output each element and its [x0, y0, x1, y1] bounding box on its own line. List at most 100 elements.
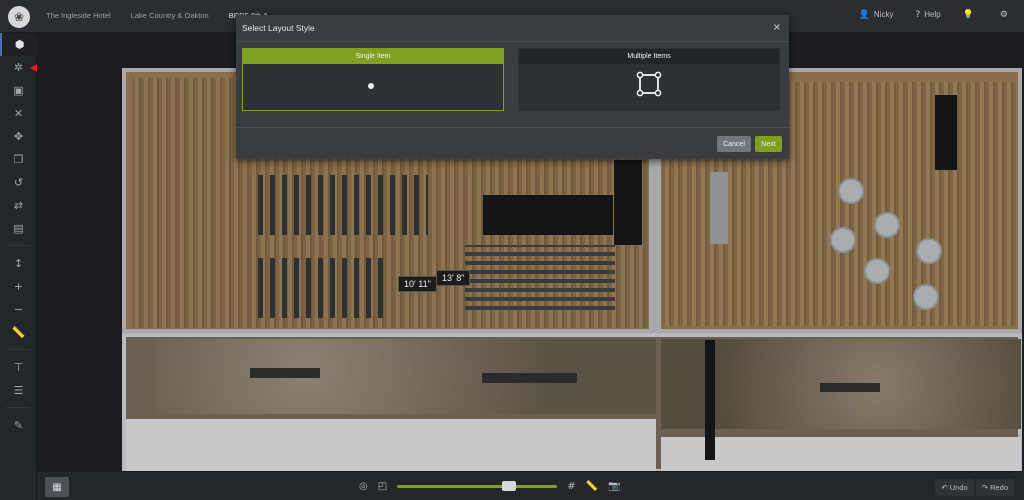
cube-icon: ⬢ — [14, 38, 25, 51]
sidebar-divider — [6, 240, 30, 246]
cancel-button[interactable]: Cancel — [717, 136, 751, 152]
round-table[interactable] — [913, 284, 939, 310]
stage-side[interactable] — [614, 160, 642, 245]
copy-icon: ❐ — [13, 153, 24, 166]
measurement-label: 13' 8" — [436, 270, 471, 286]
tool-remove[interactable]: − — [0, 298, 37, 321]
gear-icon: ⚙ — [999, 10, 1008, 20]
redo-label: Redo — [990, 483, 1008, 492]
align-top-icon: ⊤ — [13, 361, 24, 374]
tool-move[interactable]: ✥ — [0, 125, 37, 148]
round-table[interactable] — [838, 178, 864, 204]
top-right-menu: 👤 Nicky ? Help 💡 ⚙ — [859, 10, 1012, 20]
multiple-items-option[interactable]: Multiple Items — [518, 48, 780, 111]
undo-label: Undo — [949, 483, 968, 492]
plus-icon: + — [13, 280, 24, 293]
swap-icon: ⇄ — [13, 199, 24, 212]
tool-swap[interactable]: ⇄ — [0, 194, 37, 217]
breadcrumb-item[interactable]: Lake Country & Oakton — [131, 11, 209, 20]
lower-area-a — [156, 339, 656, 414]
tool-rotate[interactable]: ↺ — [0, 171, 37, 194]
undo-redo-group: ↶ Undo ↷ Redo — [935, 479, 1014, 496]
sidebar-divider — [6, 402, 30, 408]
list-icon: ▤ — [13, 222, 24, 235]
lightbulb-button[interactable]: 💡 — [963, 10, 978, 20]
stage-b[interactable] — [935, 95, 957, 170]
tool-edit[interactable]: ✎ — [0, 414, 37, 437]
help-label: Help — [924, 10, 941, 19]
single-dot-icon — [368, 83, 374, 89]
minus-icon: − — [13, 303, 24, 316]
help-icon: ? — [915, 10, 921, 20]
close-icon: ✕ — [13, 107, 24, 120]
zoom-control: ◎ ◰ # 📏 📷 — [359, 481, 620, 492]
select-box-icon: ▣ — [13, 84, 24, 97]
lightbulb-icon: 💡 — [962, 10, 974, 20]
ruler-icon[interactable]: 📏 — [586, 481, 598, 492]
modal-title: Select Layout Style — [242, 23, 315, 33]
sidebar-divider — [6, 344, 30, 350]
map-view-button[interactable]: ▦ — [45, 477, 69, 497]
lower-wall-a — [126, 419, 656, 474]
close-button[interactable]: × — [773, 22, 781, 33]
chair-rows[interactable] — [465, 245, 615, 310]
round-table[interactable] — [916, 238, 942, 264]
help-menu[interactable]: ? Help — [915, 10, 940, 20]
option-label: Single Item — [243, 49, 503, 64]
tool-cube[interactable]: ⬢ — [0, 33, 37, 56]
tool-align-rows[interactable]: ☰ — [0, 379, 37, 402]
ruler-icon: 📏 — [11, 326, 26, 339]
grid-icon[interactable]: # — [567, 481, 575, 492]
resize-vertical-icon: ↕ — [13, 257, 24, 270]
modal-footer-divider — [236, 127, 789, 128]
chair-rows[interactable] — [258, 258, 388, 318]
round-table[interactable] — [874, 212, 900, 238]
map-icon: ▦ — [52, 481, 62, 493]
option-label: Multiple Items — [519, 49, 779, 64]
move-icon: ✥ — [13, 130, 24, 143]
modal-divider — [236, 41, 789, 42]
measurement-label: 10' 11" — [398, 276, 437, 292]
tool-sidebar: ⬢ ✲ ▣ ✕ ✥ ❐ ↺ ⇄ ▤ ↕ + − 📏 ⊤ ☰ ✎ — [0, 33, 37, 500]
tool-delete[interactable]: ✕ — [0, 102, 37, 125]
tool-ruler[interactable]: 📏 — [0, 321, 37, 344]
breadcrumb-item[interactable]: The Ingleside Hotel — [46, 11, 111, 20]
fit-view-icon[interactable]: ◰ — [378, 481, 387, 492]
zoom-slider-thumb[interactable] — [502, 481, 517, 491]
tool-copy[interactable]: ❐ — [0, 148, 37, 171]
tool-align-top[interactable]: ⊤ — [0, 356, 37, 379]
tool-add[interactable]: + — [0, 275, 37, 298]
zoom-slider[interactable] — [397, 481, 558, 491]
next-button[interactable]: Next — [755, 136, 782, 152]
redo-button[interactable]: ↷ Redo — [975, 479, 1014, 496]
tool-list[interactable]: ▤ — [0, 217, 37, 240]
target-icon[interactable]: ◎ — [359, 481, 368, 492]
camera-icon[interactable]: 📷 — [608, 481, 620, 492]
lower-wall-b — [661, 437, 1021, 474]
bottom-bar: ▦ ◎ ◰ # 📏 📷 ↶ Undo ↷ Redo — [37, 471, 1024, 500]
bar-counter[interactable] — [820, 383, 880, 392]
bar-counter[interactable] — [482, 373, 577, 383]
bar-counter[interactable] — [250, 368, 320, 378]
user-menu[interactable]: 👤 Nicky — [859, 10, 894, 20]
multi-select-icon — [636, 71, 662, 97]
round-table[interactable] — [830, 227, 856, 253]
select-layout-modal: Select Layout Style × Single Item Multip… — [236, 15, 789, 159]
edit-icon: ✎ — [13, 419, 24, 432]
tool-resize[interactable]: ↕ — [0, 252, 37, 275]
bug-icon: ✲ — [13, 61, 24, 74]
tool-select-box[interactable]: ▣ — [0, 79, 37, 102]
head-table[interactable] — [710, 172, 728, 244]
partition[interactable] — [705, 340, 715, 460]
user-icon: 👤 — [858, 10, 870, 20]
undo-button[interactable]: ↶ Undo — [935, 479, 974, 496]
lower-rooms — [122, 333, 1022, 474]
single-item-option[interactable]: Single Item — [242, 48, 504, 111]
app-logo[interactable]: ❀ — [8, 6, 30, 28]
settings-button[interactable]: ⚙ — [1000, 10, 1012, 20]
rotate-icon: ↺ — [13, 176, 24, 189]
round-table[interactable] — [864, 258, 890, 284]
chair-rows[interactable] — [258, 175, 428, 235]
stage[interactable] — [483, 195, 613, 235]
user-name: Nicky — [873, 10, 894, 19]
